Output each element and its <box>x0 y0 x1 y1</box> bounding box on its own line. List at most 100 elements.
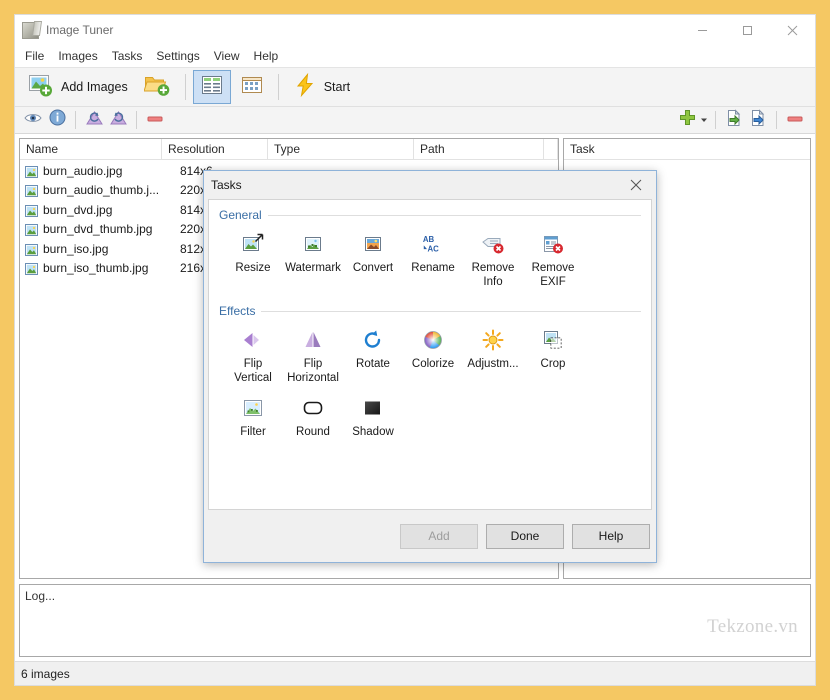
file-name: burn_iso.jpg <box>43 241 109 256</box>
task-flip-horizontal[interactable]: Flip Horizontal <box>283 320 343 388</box>
secondary-toolbar-right <box>675 108 807 131</box>
menu-item-images[interactable]: Images <box>51 47 104 65</box>
crop-icon <box>541 328 565 352</box>
move-task-up-button[interactable] <box>746 108 770 131</box>
log-text: Log... <box>25 589 56 603</box>
toolbar-divider-2 <box>277 74 279 100</box>
filter-icon <box>241 396 265 420</box>
window-title: Image Tuner <box>46 23 114 37</box>
remove-task-button[interactable] <box>783 109 807 131</box>
rotate-right-button[interactable] <box>106 109 130 131</box>
eye-preview-icon <box>24 111 42 130</box>
task-shadow[interactable]: Shadow <box>343 388 403 442</box>
menu-item-tasks[interactable]: Tasks <box>105 47 150 65</box>
close-icon[interactable] <box>770 15 815 45</box>
remove-info-icon <box>481 232 505 256</box>
task-label: Resize <box>235 262 271 274</box>
task-watermark[interactable]: Watermark <box>283 224 343 292</box>
move-task-down-button[interactable] <box>722 108 746 131</box>
preview-button[interactable] <box>21 109 45 131</box>
application-window: Image Tuner File Images Tasks Settings V… <box>14 14 816 686</box>
task-filter[interactable]: Filter <box>223 388 283 442</box>
file-list-column-header: Name Resolution Type Path <box>20 139 558 160</box>
task-rotate[interactable]: Rotate <box>343 320 403 388</box>
log-panel[interactable]: Log... Tekzone.vn <box>19 584 811 657</box>
file-name: burn_dvd.jpg <box>43 202 113 217</box>
column-header-name[interactable]: Name <box>20 139 162 159</box>
toolbar-divider <box>184 74 186 100</box>
list-view-button[interactable] <box>192 70 231 104</box>
menu-item-view[interactable]: View <box>207 47 247 65</box>
thumbnail-view-button[interactable] <box>233 70 271 104</box>
menu-item-settings[interactable]: Settings <box>149 47 206 65</box>
add-button[interactable]: Add <box>400 523 478 549</box>
svg-text:AC: AC <box>427 244 439 253</box>
add-images-label: Add Images <box>61 80 128 94</box>
minimize-icon[interactable] <box>680 15 725 45</box>
start-button[interactable]: Start <box>286 70 357 104</box>
task-label: Round <box>296 426 330 438</box>
task-resize[interactable]: Resize <box>223 224 283 292</box>
menu-item-help[interactable]: Help <box>247 47 286 65</box>
colorize-icon <box>421 328 445 352</box>
task-label: Remove Info <box>471 262 515 288</box>
open-folder-button[interactable] <box>137 70 178 104</box>
list-view-icon <box>200 74 224 101</box>
watermark-text: Tekzone.vn <box>707 616 798 637</box>
done-button[interactable]: Done <box>486 523 564 549</box>
task-round[interactable]: Round <box>283 388 343 442</box>
group-divider-2 <box>261 310 641 312</box>
add-task-button[interactable] <box>675 109 699 131</box>
group-label-general: General <box>219 208 262 222</box>
group-label-effects: Effects <box>219 304 256 318</box>
menu-bar: File Images Tasks Settings View Help <box>15 45 815 67</box>
red-minus-icon <box>147 111 163 129</box>
task-colorize[interactable]: Colorize <box>403 320 463 388</box>
task-label: Flip Horizontal <box>287 358 339 384</box>
start-label: Start <box>323 80 351 94</box>
image-file-icon <box>25 165 38 178</box>
info-button[interactable] <box>45 109 69 131</box>
menu-item-file[interactable]: File <box>18 47 51 65</box>
column-header-resolution[interactable]: Resolution <box>162 139 268 159</box>
effects-task-grid: Flip Vertical Flip Horizontal Rotate Col… <box>219 320 641 442</box>
help-button[interactable]: Help <box>572 523 650 549</box>
column-header-task[interactable]: Task <box>564 139 810 159</box>
remove-exif-icon <box>541 232 565 256</box>
task-label: Colorize <box>411 358 455 370</box>
flip-horizontal-icon <box>301 328 325 352</box>
thumbnail-view-icon <box>240 74 264 101</box>
tasks-dialog-title: Tasks <box>211 178 242 192</box>
column-header-path[interactable]: Path <box>414 139 544 159</box>
title-bar: Image Tuner <box>15 15 815 45</box>
green-plus-icon <box>679 109 696 131</box>
image-tuner-icon <box>22 21 39 39</box>
task-rename[interactable]: AB AC Rename <box>403 224 463 292</box>
task-label: Shadow <box>352 426 394 438</box>
column-header-type[interactable]: Type <box>268 139 414 159</box>
rotate-right-icon <box>109 110 128 131</box>
rotate-left-button[interactable] <box>82 109 106 131</box>
task-label: Rotate <box>356 358 390 370</box>
add-images-button[interactable]: Add Images <box>21 70 135 104</box>
task-crop[interactable]: Crop <box>523 320 583 388</box>
task-label: Flip Vertical <box>234 358 272 384</box>
dropdown-caret-icon[interactable] <box>699 109 709 131</box>
column-header-spacer <box>544 139 558 159</box>
remove-image-button[interactable] <box>143 109 167 131</box>
close-icon[interactable] <box>616 171 656 199</box>
rotate-left-icon <box>85 110 104 131</box>
task-label: Watermark <box>285 262 341 274</box>
status-bar: 6 images <box>15 661 815 685</box>
task-remove-exif[interactable]: Remove EXIF <box>523 224 583 292</box>
watermark-icon <box>301 232 325 256</box>
task-flip-vertical[interactable]: Flip Vertical <box>223 320 283 388</box>
task-remove-info[interactable]: Remove Info <box>463 224 523 292</box>
task-convert[interactable]: Convert <box>343 224 403 292</box>
task-adjustments[interactable]: Adjustm... <box>463 320 523 388</box>
maximize-icon[interactable] <box>725 15 770 45</box>
toolbar2-divider-4 <box>776 111 777 129</box>
file-name: burn_audio_thumb.j... <box>43 183 160 198</box>
svg-text:AB: AB <box>423 235 435 244</box>
secondary-toolbar <box>15 107 815 134</box>
